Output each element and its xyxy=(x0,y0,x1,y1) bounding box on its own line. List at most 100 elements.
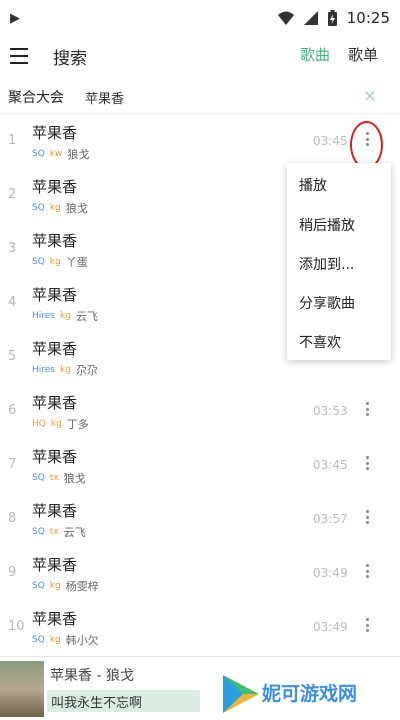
source-badge: kw xyxy=(49,149,63,159)
source-badge: tx xyxy=(49,527,59,537)
song-meta: SQ kg 狼戈 xyxy=(32,200,88,216)
song-artist: 狼戈 xyxy=(63,472,86,485)
song-title: 苹果香 xyxy=(32,610,78,628)
song-index: 4 xyxy=(8,295,17,310)
song-meta: Hires kg 云飞 xyxy=(32,308,98,324)
song-index: 1 xyxy=(8,133,17,148)
more-options-icon[interactable] xyxy=(362,453,372,473)
song-meta: SQ kg 丫蛋 xyxy=(32,254,88,270)
song-artist: 尕尕 xyxy=(75,364,98,377)
quality-badge: Hires xyxy=(32,311,55,321)
quality-badge: SQ xyxy=(32,527,45,537)
menu-item-dislike[interactable]: 不喜欢 xyxy=(299,332,341,352)
song-index: 3 xyxy=(8,241,17,256)
search-query[interactable]: 苹果香 xyxy=(85,88,124,107)
wifi-icon xyxy=(277,11,294,25)
song-title: 苹果香 xyxy=(32,448,78,466)
page-title: 搜索 xyxy=(53,49,87,69)
menu-icon[interactable] xyxy=(10,48,28,64)
song-artist: 韩小欠 xyxy=(65,634,99,647)
song-meta: Hires kg 尕尕 xyxy=(32,362,98,378)
highlight-ring xyxy=(350,121,383,169)
current-lyric: 叫我永生不忘啊 xyxy=(47,690,200,712)
source-selector[interactable]: 聚合大会 xyxy=(8,87,64,107)
song-index: 7 xyxy=(8,457,17,472)
quality-badge: SQ xyxy=(32,149,45,159)
song-index: 6 xyxy=(8,403,17,418)
song-artist: 丫蛋 xyxy=(65,256,88,269)
song-title: 苹果香 xyxy=(32,178,78,196)
album-cover[interactable] xyxy=(0,661,44,717)
song-meta: HQ kg 丁多 xyxy=(32,416,89,432)
search-source-bar: 聚合大会 苹果香 × xyxy=(0,80,400,114)
song-duration: 03:57 xyxy=(313,512,348,526)
source-badge: tx xyxy=(49,473,59,483)
song-duration: 03:53 xyxy=(313,404,348,418)
song-row[interactable]: 1 苹果香 SQ kw 狼戈 03:45 xyxy=(0,114,400,168)
song-artist: 云飞 xyxy=(75,310,98,323)
source-badge: kg xyxy=(49,203,61,213)
song-title: 苹果香 xyxy=(32,124,78,142)
more-options-icon[interactable] xyxy=(362,507,372,527)
song-row[interactable]: 6 苹果香 HQ kg 丁多 03:53 xyxy=(0,384,400,438)
source-badge: kg xyxy=(49,581,61,591)
song-meta: SQ kg 杨雯梓 xyxy=(32,578,99,594)
song-artist: 云飞 xyxy=(63,526,86,539)
song-index: 8 xyxy=(8,511,17,526)
song-duration: 03:45 xyxy=(313,458,348,472)
song-title: 苹果香 xyxy=(32,340,78,358)
song-title: 苹果香 xyxy=(32,232,78,250)
now-playing-title: 苹果香 - 狼戈 xyxy=(50,668,134,684)
song-index: 2 xyxy=(8,187,17,202)
quality-badge: SQ xyxy=(32,581,45,591)
song-row[interactable]: 10 苹果香 SQ kg 韩小欠 03:49 xyxy=(0,600,400,654)
battery-icon xyxy=(327,10,337,26)
watermark-text: 妮可游戏网 xyxy=(262,683,358,705)
song-artist: 狼戈 xyxy=(67,148,90,161)
clock: 10:25 xyxy=(346,9,390,27)
menu-item-play-later[interactable]: 稍后播放 xyxy=(299,215,355,235)
song-meta: SQ tx 云飞 xyxy=(32,524,86,540)
song-row[interactable]: 7 苹果香 SQ tx 狼戈 03:45 xyxy=(0,438,400,492)
quality-badge: HQ xyxy=(32,419,46,429)
source-badge: kg xyxy=(49,257,61,267)
song-title: 苹果香 xyxy=(32,556,78,574)
song-artist: 狼戈 xyxy=(65,202,88,215)
song-duration: 03:49 xyxy=(313,566,348,580)
song-row[interactable]: 8 苹果香 SQ tx 云飞 03:57 xyxy=(0,492,400,546)
song-meta: SQ tx 狼戈 xyxy=(32,470,86,486)
tab-songs[interactable]: 歌曲 xyxy=(300,44,330,65)
signal-icon xyxy=(303,11,318,25)
watermark-logo-icon xyxy=(223,675,259,713)
song-artist: 杨雯梓 xyxy=(65,580,99,593)
menu-item-add-to[interactable]: 添加到... xyxy=(299,254,354,274)
source-badge: kg xyxy=(60,311,71,321)
song-row[interactable]: 9 苹果香 SQ kg 杨雯梓 03:49 xyxy=(0,546,400,600)
menu-item-play[interactable]: 播放 xyxy=(299,175,327,195)
app-header: 搜索 歌曲 歌单 xyxy=(0,36,400,76)
menu-item-share[interactable]: 分享歌曲 xyxy=(299,293,355,313)
source-badge: kg xyxy=(50,419,62,429)
quality-badge: SQ xyxy=(32,473,45,483)
media-playing-icon: ▶ xyxy=(10,10,20,26)
mini-player[interactable]: 苹果香 - 狼戈 叫我永生不忘啊 妮可游戏网 xyxy=(0,656,400,720)
song-index: 5 xyxy=(8,349,17,364)
quality-badge: SQ xyxy=(32,257,45,267)
clear-icon[interactable]: × xyxy=(363,86,376,105)
quality-badge: SQ xyxy=(32,635,45,645)
song-meta: SQ kg 韩小欠 xyxy=(32,632,99,648)
song-meta: SQ kw 狼戈 xyxy=(32,146,89,162)
more-options-icon[interactable] xyxy=(362,399,372,419)
song-title: 苹果香 xyxy=(32,286,78,304)
quality-badge: SQ xyxy=(32,203,45,213)
song-duration: 03:49 xyxy=(313,620,348,634)
more-options-icon[interactable] xyxy=(362,561,372,581)
song-artist: 丁多 xyxy=(66,418,89,431)
song-title: 苹果香 xyxy=(32,394,78,412)
song-title: 苹果香 xyxy=(32,502,78,520)
status-bar: ▶ 10:25 xyxy=(0,0,400,36)
tab-playlists[interactable]: 歌单 xyxy=(348,44,378,65)
song-duration: 03:45 xyxy=(313,134,348,148)
context-menu: 播放 稍后播放 添加到... 分享歌曲 不喜欢 xyxy=(287,163,391,360)
more-options-icon[interactable] xyxy=(362,615,372,635)
